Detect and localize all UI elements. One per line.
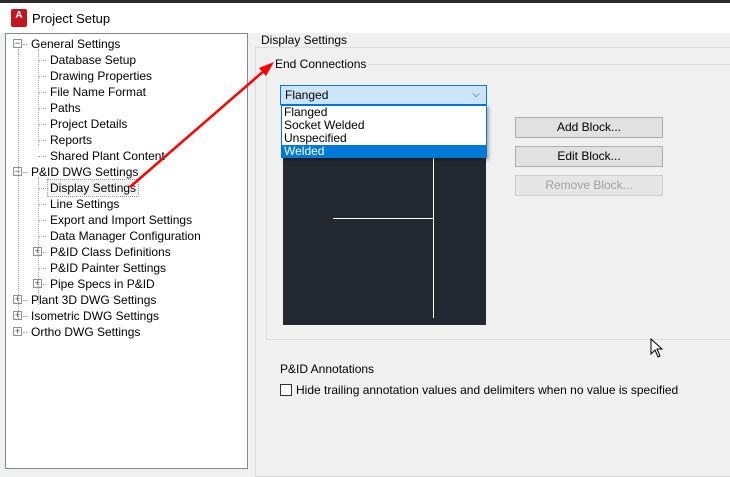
chevron-down-icon[interactable]: ⌵ [472,86,480,104]
end-connection-dropdown[interactable]: Flanged Socket Welded Unspecified Welded [281,105,487,158]
collapse-icon[interactable]: − [13,39,22,48]
tree-connector [23,332,27,333]
tree-connector [43,252,46,253]
tree-connector [38,188,46,189]
tree-item-project-details[interactable]: Project Details [48,116,129,132]
tree-item-shared-plant-content[interactable]: Shared Plant Content [48,148,167,164]
end-connection-select[interactable]: Flanged ⌵ [280,85,487,105]
option-welded[interactable]: Welded [282,145,486,158]
tree-connector [23,172,27,173]
settings-tree[interactable]: − General Settings Database Setup Drawing P… [5,33,248,469]
tree-connector [38,268,46,269]
tree-item-reports[interactable]: Reports [48,132,94,148]
tree-item-paths[interactable]: Paths [48,100,83,116]
tree-connector [38,76,46,77]
tree-item-data-manager-configuration[interactable]: Data Manager Configuration [48,228,203,244]
tree-connector [23,44,27,45]
tree-item-general-settings[interactable]: General Settings [29,36,122,52]
pid-annotations-label: P&ID Annotations [280,362,375,376]
tree-connector [38,49,39,145]
tree-connector [18,49,19,319]
preview-vertical-line [433,158,434,318]
end-connection-value: Flanged [285,88,329,102]
tree-item-pipe-specs-in-p-id[interactable]: Pipe Specs in P&ID [48,276,157,292]
tree-connector [38,92,46,93]
expand-icon[interactable]: + [13,327,22,336]
tree-item-database-setup[interactable]: Database Setup [48,52,138,68]
tree-connector [38,156,46,157]
end-connections-label: End Connections [273,57,369,71]
add-block-button[interactable]: Add Block... [515,117,663,138]
tree-connector [43,284,46,285]
tree-connector [38,177,39,305]
tree-connector [38,108,46,109]
tree-item-export-and-import-settings[interactable]: Export and Import Settings [48,212,194,228]
tree-connector [38,140,46,141]
preview-horizontal-line [333,218,433,219]
tree-item-p-id-painter-settings[interactable]: P&ID Painter Settings [48,260,168,276]
tree-item-p-id-dwg-settings[interactable]: P&ID DWG Settings [29,164,140,180]
tree-connector [23,300,27,301]
tree-item-ortho-dwg-settings[interactable]: Ortho DWG Settings [29,324,142,340]
tree-item-plant-3d-dwg-settings[interactable]: Plant 3D DWG Settings [29,292,158,308]
tree-item-isometric-dwg-settings[interactable]: Isometric DWG Settings [29,308,161,324]
tree-connector [38,124,46,125]
tree-connector [38,236,46,237]
mouse-cursor-icon [650,338,664,358]
tree-item-line-settings[interactable]: Line Settings [48,196,121,212]
hide-trailing-annotation-checkbox[interactable] [280,384,292,396]
tree-connector [23,316,27,317]
tree-item-p-id-class-definitions[interactable]: P&ID Class Definitions [48,244,173,260]
tree-item-file-name-format[interactable]: File Name Format [48,84,148,100]
hide-trailing-annotation-label: Hide trailing annotation values and deli… [296,383,679,397]
tree-item-drawing-properties[interactable]: Drawing Properties [48,68,154,84]
tree-connector [38,60,46,61]
tree-connector [38,220,46,221]
app-icon: A [11,9,27,27]
tree-item-display-settings[interactable]: Display Settings [46,179,140,197]
title-bar: A Project Setup [0,0,730,33]
window-title: Project Setup [32,11,111,26]
edit-block-button[interactable]: Edit Block... [515,146,663,167]
tree-connector [38,204,46,205]
display-settings-label: Display Settings [259,33,350,47]
block-preview [283,130,486,325]
remove-block-button[interactable]: Remove Block... [515,175,663,196]
